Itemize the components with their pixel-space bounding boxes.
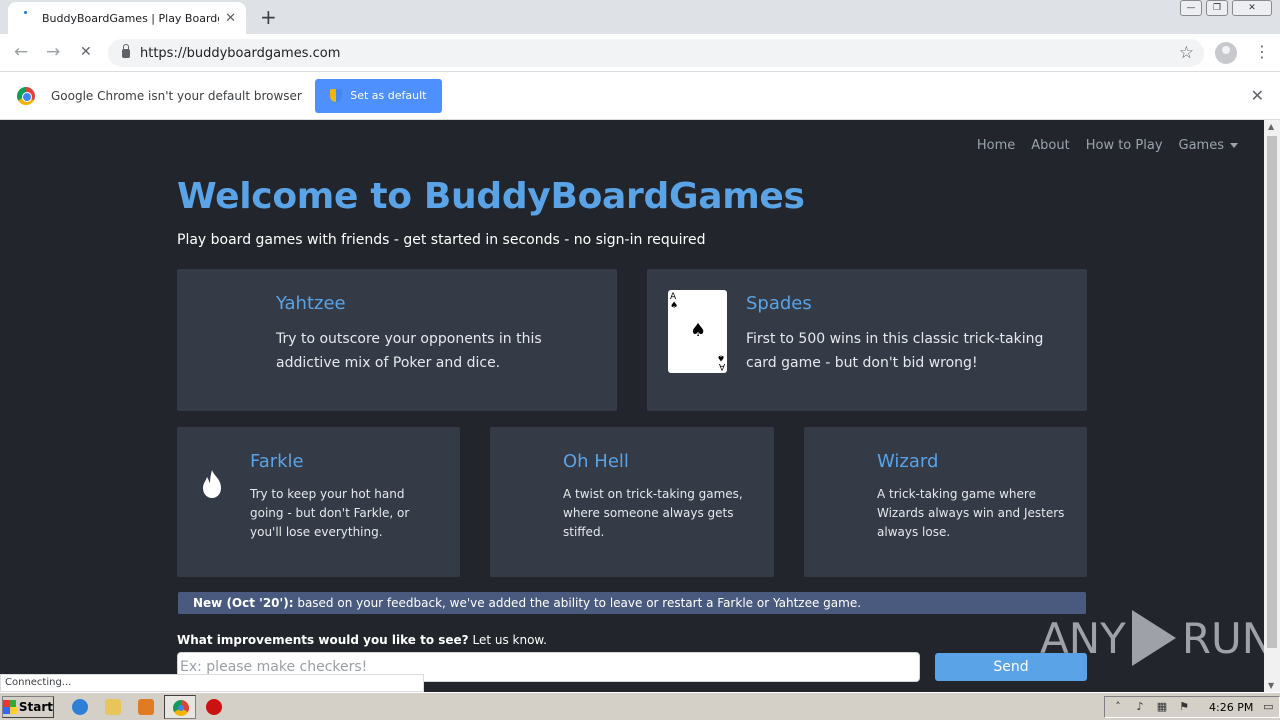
status-bubble: Connecting... [0,674,424,692]
game-card-wizard[interactable]: Wizard A trick-taking game where Wizards… [804,427,1087,577]
taskbar-chrome-button[interactable] [164,695,196,719]
back-icon[interactable]: ← [14,42,28,62]
game-title-oh-hell[interactable]: Oh Hell [563,451,629,472]
chrome-taskbar-icon [173,700,189,716]
nav-about[interactable]: About [1031,138,1069,153]
red-app-icon[interactable] [206,699,222,715]
clock[interactable]: 4:26 PM [1209,701,1253,714]
windows-taskbar: Start ˄ ♪ ▦ ⚑ 4:26 PM ▭ [0,692,1280,720]
internet-explorer-icon[interactable] [72,699,88,715]
infobar-close-icon[interactable]: ✕ [1251,86,1264,105]
announcement-banner: New (Oct '20'): based on your feedback, … [178,592,1086,614]
uac-shield-icon [330,89,343,102]
stop-loading-icon[interactable]: ✕ [80,44,92,60]
chrome-logo-icon [17,86,35,105]
game-card-yahtzee[interactable]: Yahtzee Try to outscore your opponents i… [177,269,617,411]
network-icon[interactable]: ▦ [1155,700,1169,714]
card-rank-bottom: A [718,361,725,371]
scrollbar-thumb[interactable] [1267,136,1277,648]
bookmark-star-icon[interactable]: ☆ [1179,43,1194,63]
restore-button[interactable]: ❐ [1206,0,1228,16]
default-browser-infobar: Google Chrome isn't your default browser… [0,72,1280,120]
forward-icon[interactable]: → [46,42,60,62]
volume-icon[interactable]: ♪ [1133,700,1147,714]
scroll-down-icon[interactable]: ▼ [1268,681,1274,690]
system-tray: ˄ ♪ ▦ ⚑ 4:26 PM ▭ [1104,696,1280,718]
game-title-spades[interactable]: Spades [746,293,812,314]
new-tab-button[interactable]: + [260,6,277,28]
browser-toolbar: ← → ✕ https://buddyboardgames.com ☆ ⋮ [0,34,1280,72]
feedback-prompt: What improvements would you like to see?… [177,633,547,647]
page-content: Home About How to Play Games Welcome to … [0,120,1264,692]
minimize-button[interactable]: — [1180,0,1202,16]
nav-how-to-play[interactable]: How to Play [1086,138,1163,153]
media-player-icon[interactable] [138,699,154,715]
game-card-spades[interactable]: A ♠ ♠ A ♠ Spades First to 500 wins in this… [647,269,1087,411]
feedback-question: What improvements would you like to see? [177,633,469,647]
windows-logo-icon [3,700,17,714]
address-bar[interactable]: https://buddyboardgames.com ☆ [108,39,1204,67]
show-desktop-icon[interactable]: ▭ [1261,700,1275,714]
page-tagline: Play board games with friends - get star… [177,232,706,248]
start-label: Start [18,700,53,714]
tray-expand-icon[interactable]: ˄ [1111,700,1125,714]
card-pip: ♠ [690,320,707,341]
tab-close-icon[interactable]: ✕ [225,11,236,26]
set-default-label: Set as default [350,89,427,102]
announcement-label: New (Oct '20'): [193,596,294,610]
profile-avatar-icon[interactable] [1215,42,1237,64]
window-controls: — ❐ ✕ [1180,0,1272,16]
browser-tab[interactable]: BuddyBoardGames | Play Boardgame ✕ [8,2,246,34]
game-title-yahtzee[interactable]: Yahtzee [276,293,346,314]
game-title-farkle[interactable]: Farkle [250,451,304,472]
start-button[interactable]: Start [2,696,54,718]
nav-games-label: Games [1178,138,1224,153]
play-logo-icon [1131,610,1176,666]
game-desc-oh-hell: A twist on trick-taking games, where som… [563,487,743,539]
flame-icon [203,470,221,498]
page-title: Welcome to BuddyBoardGames [177,176,805,217]
watermark-right: RUN [1181,613,1264,663]
chrome-menu-icon[interactable]: ⋮ [1254,42,1270,61]
announcement-text: based on your feedback, we've added the … [297,596,862,610]
window-close-button[interactable]: ✕ [1232,0,1272,16]
anyrun-watermark: ANY RUN [1040,610,1264,666]
game-card-oh-hell[interactable]: Oh Hell A twist on trick-taking games, w… [490,427,774,577]
tab-title: BuddyBoardGames | Play Boardgame [42,11,219,25]
favicon-icon [18,11,32,25]
game-desc-spades: First to 500 wins in this classic trick-… [746,331,1044,371]
game-desc-yahtzee: Try to outscore your opponents in this a… [276,331,542,371]
game-card-farkle[interactable]: Farkle Try to keep your hot hand going -… [177,427,460,577]
card-suit-bottom: ♠ [716,352,725,362]
nav-games[interactable]: Games [1179,138,1238,153]
nav-home[interactable]: Home [977,138,1015,153]
ace-of-spades-icon: A ♠ ♠ A ♠ [668,290,727,373]
url-text[interactable]: https://buddyboardgames.com [140,46,340,61]
watermark-left: ANY [1040,613,1126,663]
page-scrollbar[interactable]: ▲ ▼ [1264,120,1280,692]
card-suit-top: ♠ [670,301,679,311]
infobar-message: Google Chrome isn't your default browser [51,88,302,103]
game-title-wizard[interactable]: Wizard [877,451,938,472]
game-desc-farkle: Try to keep your hot hand going - but do… [250,487,410,539]
file-explorer-icon[interactable] [105,699,121,715]
game-desc-wizard: A trick-taking game where Wizards always… [877,487,1065,539]
scroll-up-icon[interactable]: ▲ [1268,122,1274,131]
lock-icon [122,43,130,58]
action-center-flag-icon[interactable]: ⚑ [1177,700,1191,714]
set-default-button[interactable]: Set as default [314,78,442,113]
tab-strip: BuddyBoardGames | Play Boardgame ✕ + — ❐… [0,0,1280,34]
caret-down-icon [1230,143,1238,148]
site-nav: Home About How to Play Games [977,138,1238,153]
feedback-suffix: Let us know. [472,633,547,647]
